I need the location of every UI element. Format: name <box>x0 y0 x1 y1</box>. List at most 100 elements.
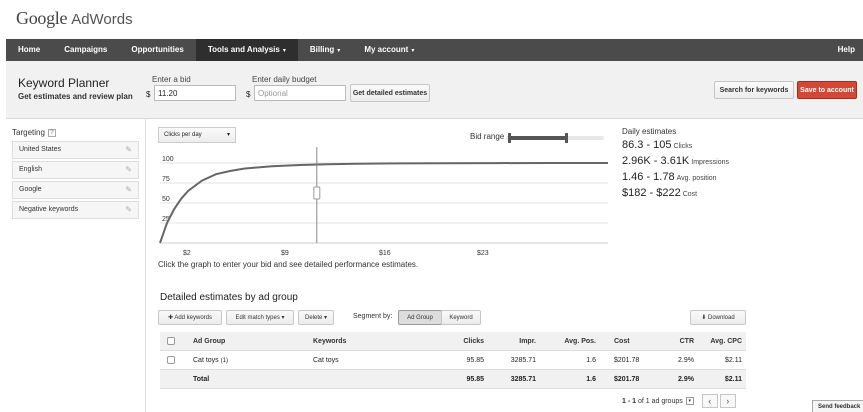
bid-label: Enter a bid <box>152 75 191 84</box>
page-title: Keyword Planner <box>18 76 110 90</box>
targeting-network[interactable]: Google ✎ <box>12 181 139 199</box>
col-impr[interactable]: Impr. <box>519 332 536 351</box>
nav-help[interactable]: Help <box>826 39 863 61</box>
edit-match-types-button[interactable]: Edit match types ▾ <box>226 310 294 325</box>
download-button[interactable]: ⬇ Download <box>690 310 746 325</box>
next-page-button[interactable]: › <box>719 394 736 408</box>
chevron-down-icon: ▾ <box>411 48 415 54</box>
edit-pencil-icon[interactable]: ✎ <box>125 142 132 158</box>
total-impr: 3285.71 <box>510 376 536 383</box>
nav-billing[interactable]: Billing ▾ <box>298 39 352 61</box>
details-toolbar: ✚ Add keywords Edit match types ▾ Delete… <box>158 310 758 326</box>
bid-curve-chart[interactable]: 255075100$2 $9 $16 $23 <box>156 147 608 259</box>
targeting-heading: Targeting? <box>12 128 56 137</box>
nav-tools-and-analysis[interactable]: Tools and Analysis ▾ <box>195 39 298 61</box>
daily-budget-input[interactable] <box>254 85 346 101</box>
bid-range-fill <box>508 136 568 140</box>
estimate-cost: $182 - $222 Cost <box>622 187 698 199</box>
send-feedback-button[interactable]: Send feedback <box>812 400 863 412</box>
total-label: Total <box>193 376 210 383</box>
segment-keyword-button[interactable]: Keyword <box>441 310 481 325</box>
add-keywords-button[interactable]: ✚ Add keywords <box>158 310 222 325</box>
help-icon[interactable]: ? <box>47 128 56 137</box>
cell-ad-group[interactable]: Cat toys (1) <box>193 351 228 371</box>
edit-pencil-icon[interactable]: ✎ <box>125 162 132 178</box>
estimate-avg-position: 1.46 - 1.78 Avg. position <box>622 171 717 183</box>
edit-pencil-icon[interactable]: ✎ <box>125 202 132 218</box>
cell-ctr: 2.9% <box>678 357 694 364</box>
bid-chart-panel: Clicks per day ▾ Bid range 25 50 75 100 $2 $9 $… <box>152 119 612 279</box>
select-all-checkbox[interactable] <box>167 337 175 345</box>
nav-my-account[interactable]: My account ▾ <box>352 39 426 61</box>
bid-input[interactable] <box>154 85 236 101</box>
bid-range-slider[interactable] <box>506 133 604 143</box>
bid-range-label: Bid range <box>470 132 505 141</box>
total-avg-pos: 1.6 <box>586 376 596 383</box>
targeting-negative-keywords[interactable]: Negative keywords ✎ <box>12 201 139 219</box>
targeting-language[interactable]: English ✎ <box>12 161 139 179</box>
daily-estimates-heading: Daily estimates <box>622 127 677 136</box>
col-avg-pos[interactable]: Avg. Pos. <box>564 332 596 351</box>
col-ctr[interactable]: CTR <box>680 332 694 351</box>
budget-label: Enter daily budget <box>252 75 317 84</box>
total-cost: $201.78 <box>614 376 640 383</box>
adwords-logo[interactable]: Google AdWords <box>16 8 133 30</box>
y-tick-label: 100 <box>162 156 174 163</box>
delete-button[interactable]: Delete ▾ <box>298 310 334 325</box>
estimate-clicks: 86.3 - 105 Clicks <box>622 139 693 151</box>
table-total-row: Total 95.85 3285.71 1.6 $201.78 2.9% $2.… <box>160 370 746 389</box>
y-tick-label: 50 <box>162 196 170 203</box>
total-ctr: 2.9% <box>678 376 694 383</box>
estimate-impressions: 2.96K - 3.61K Impressions <box>622 155 730 167</box>
get-detailed-estimates-button[interactable]: Get detailed estimates <box>350 84 430 102</box>
targeting-sidebar: Targeting? United States ✎ English ✎ Googl… <box>6 119 146 412</box>
x-tick-label: $9 <box>281 250 289 257</box>
col-clicks[interactable]: Clicks <box>463 332 484 351</box>
bid-range-handle-max[interactable] <box>565 133 568 143</box>
cell-keywords: Cat toys <box>313 357 339 364</box>
cell-cost: $201.78 <box>614 357 640 364</box>
cell-avg-cpc: $2.11 <box>725 357 742 364</box>
total-clicks: 95.85 <box>466 376 484 383</box>
cell-impr: 3285.71 <box>510 357 536 364</box>
main-nav: Home Campaigns Opportunities Tools and A… <box>6 39 863 61</box>
col-keywords[interactable]: Keywords <box>313 332 346 351</box>
estimates-table: Ad Group Keywords Clicks Impr. Avg. Pos.… <box>160 332 746 389</box>
col-cost[interactable]: Cost <box>614 332 630 351</box>
nav-home[interactable]: Home <box>6 39 52 61</box>
y-tick-label: 75 <box>162 176 170 183</box>
planner-header: Keyword Planner Get estimates and review… <box>6 61 863 119</box>
cell-avg-pos: 1.6 <box>586 357 596 364</box>
save-to-account-button[interactable]: Save to account <box>797 81 857 99</box>
metric-select[interactable]: Clicks per day ▾ <box>158 127 236 143</box>
prev-page-button[interactable]: ‹ <box>701 394 718 408</box>
nav-campaigns[interactable]: Campaigns <box>52 39 119 61</box>
x-tick-label: $23 <box>477 250 489 257</box>
col-avg-cpc[interactable]: Avg. CPC <box>710 332 742 351</box>
bid-currency: $ <box>146 90 151 99</box>
detailed-estimates-heading: Detailed estimates by ad group <box>160 292 298 303</box>
col-ad-group[interactable]: Ad Group <box>193 332 225 351</box>
total-avg-cpc: $2.11 <box>724 376 742 383</box>
daily-estimates: Daily estimates 86.3 - 105 Clicks 2.96K -… <box>622 127 729 202</box>
table-header-row: Ad Group Keywords Clicks Impr. Avg. Pos.… <box>160 332 746 351</box>
chart-instructions: Click the graph to enter your bid and se… <box>158 260 419 269</box>
logo-product: AdWords <box>71 11 133 28</box>
page-subtitle: Get estimates and review plan <box>18 92 133 101</box>
targeting-location[interactable]: United States ✎ <box>12 141 139 159</box>
chevron-down-icon: ▾ <box>226 132 230 138</box>
table-row[interactable]: Cat toys (1) Cat toys 95.85 3285.71 1.6 … <box>160 351 746 370</box>
nav-opportunities[interactable]: Opportunities <box>119 39 195 61</box>
page-size-dropdown-icon[interactable]: ▾ <box>685 397 694 405</box>
chevron-down-icon: ▾ <box>282 48 286 54</box>
chevron-down-icon: ▾ <box>337 48 341 54</box>
edit-pencil-icon[interactable]: ✎ <box>125 182 132 198</box>
segment-ad-group-button[interactable]: Ad Group <box>398 310 442 325</box>
row-checkbox[interactable] <box>167 356 175 364</box>
bid-range-handle-min[interactable] <box>508 133 511 143</box>
pager-range: 1 - 1 <box>622 397 637 405</box>
x-tick-label: $2 <box>183 250 191 257</box>
segment-by-label: Segment by: <box>353 313 393 320</box>
search-for-keywords-button[interactable]: Search for keywords <box>714 81 794 99</box>
pager-text: of 1 ad groups <box>637 397 683 405</box>
